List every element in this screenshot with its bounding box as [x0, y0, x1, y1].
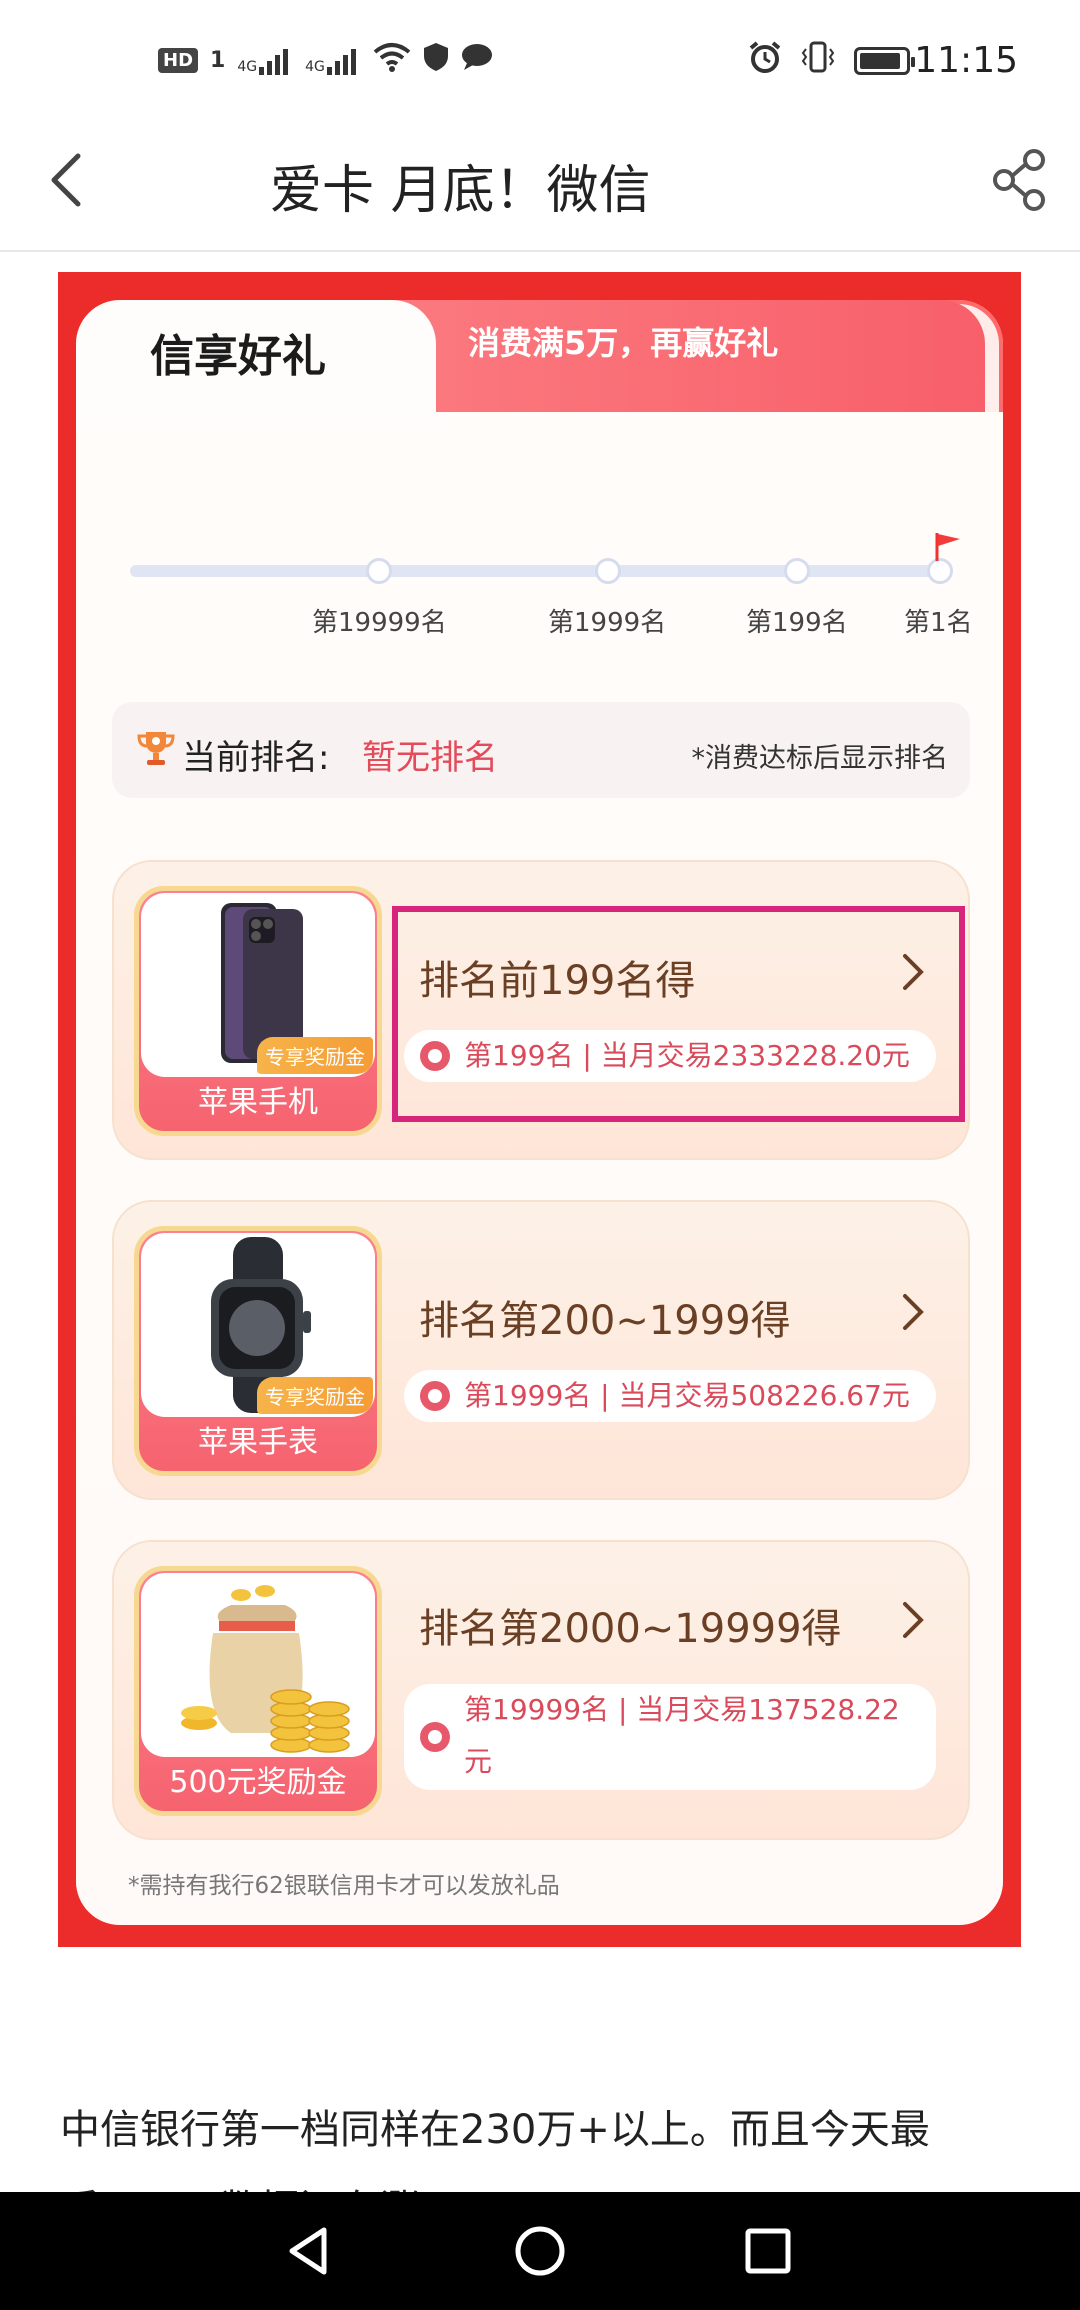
- nav-home-button[interactable]: [480, 2192, 600, 2310]
- alarm-icon: [748, 40, 782, 82]
- prize-caption: 500元奖励金: [169, 1765, 347, 1800]
- wifi-icon: [373, 42, 411, 79]
- flag-icon: [934, 531, 962, 561]
- milestone-label: 第1999名: [548, 608, 667, 638]
- screen: HD 1 4G 4G 11:15 爱卡 月底！微信 消费满5万，再赢好礼 信享好…: [0, 0, 1080, 2310]
- chevron-right-icon: [900, 1292, 926, 1332]
- prize-info-pill: 第1999名 | 当月交易508226.67元: [404, 1370, 936, 1422]
- status-bar: HD 1 4G 4G 11:15: [0, 0, 1080, 120]
- milestone-node: [784, 558, 810, 584]
- prize-card[interactable]: 500元奖励金 排名第2000~19999得 第19999名 | 当月交易137…: [112, 1540, 970, 1840]
- vibrate-icon: [800, 41, 836, 81]
- milestone-node: [366, 558, 392, 584]
- sim-indicator: 1: [210, 48, 226, 73]
- prize-info-text: 元: [464, 1745, 493, 1778]
- milestone-node: [595, 558, 621, 584]
- system-nav-bar: [0, 2192, 1080, 2310]
- prize-thumbnail: 专享奖励金 苹果手表: [134, 1226, 382, 1476]
- share-icon[interactable]: [990, 148, 1054, 212]
- status-icons-right: [748, 40, 915, 82]
- chevron-left-icon[interactable]: [40, 150, 100, 210]
- shield-icon: [423, 42, 449, 79]
- money-bag-image: [141, 1573, 375, 1757]
- milestone-label: 第19999名: [312, 608, 447, 638]
- current-rank-label: 当前排名:: [182, 738, 330, 778]
- article-line: 中信银行第一档同样在230万+以上。而且今天最: [60, 2107, 930, 2153]
- exclusive-bonus-badge: 专享奖励金: [257, 1037, 373, 1074]
- rank-progress-track: [130, 565, 940, 577]
- network-type-label: 4G: [237, 58, 258, 75]
- prize-info-pill: 第19999名 | 当月交易137528.22 元: [404, 1684, 936, 1790]
- hd-icon: HD: [158, 48, 199, 73]
- medal-icon: [420, 1722, 450, 1752]
- prize-thumbnail: 500元奖励金: [134, 1566, 382, 1816]
- milestone-label: 第199名: [746, 608, 848, 638]
- prize-info-text: 第19999名 | 当月交易137528.22: [464, 1693, 900, 1726]
- tab-spend-more-label: 消费满5万，再赢好礼: [468, 324, 779, 362]
- trophy-icon: [136, 728, 176, 768]
- highlight-box: [392, 906, 965, 1122]
- prize-info-text: 第1999名 | 当月交易508226.67元: [464, 1379, 910, 1412]
- current-rank-value: 暂无排名: [362, 738, 498, 778]
- milestone-label: 第1名: [904, 608, 973, 638]
- nav-recents-button[interactable]: [708, 2192, 828, 2310]
- battery-icon: [854, 47, 915, 75]
- poster-footnote: *需持有我行62银联信用卡才可以发放礼品: [128, 1873, 560, 1899]
- nav-back-button[interactable]: [248, 2192, 368, 2310]
- rank-note: *消费达标后显示排名: [691, 743, 949, 774]
- network-type-label: 4G: [305, 58, 325, 75]
- milestone-node: [927, 558, 953, 584]
- signal-icon: 4G: [237, 47, 293, 75]
- exclusive-bonus-badge: 专享奖励金: [257, 1377, 373, 1414]
- tab-xinxiang-label: 信享好礼: [150, 331, 326, 382]
- app-header: 爱卡 月底！微信: [0, 120, 1080, 252]
- chat-bubble-icon: [461, 43, 493, 78]
- prize-title: 排名第200~1999得: [419, 1298, 791, 1344]
- status-icons-left: HD 1 4G 4G: [158, 42, 493, 79]
- signal-icon: 4G: [305, 47, 361, 75]
- prize-caption: 苹果手表: [198, 1425, 318, 1460]
- prize-thumbnail: 专享奖励金 苹果手机: [134, 886, 382, 1136]
- status-time: 11:15: [914, 40, 1018, 81]
- chevron-right-icon: [900, 1600, 926, 1640]
- prize-title: 排名第2000~19999得: [419, 1606, 842, 1652]
- prize-card[interactable]: 专享奖励金 苹果手表 排名第200~1999得 第1999名 | 当月交易508…: [112, 1200, 970, 1500]
- medal-icon: [420, 1381, 450, 1411]
- page-title: 爱卡 月底！微信: [270, 161, 651, 218]
- prize-caption: 苹果手机: [198, 1085, 318, 1120]
